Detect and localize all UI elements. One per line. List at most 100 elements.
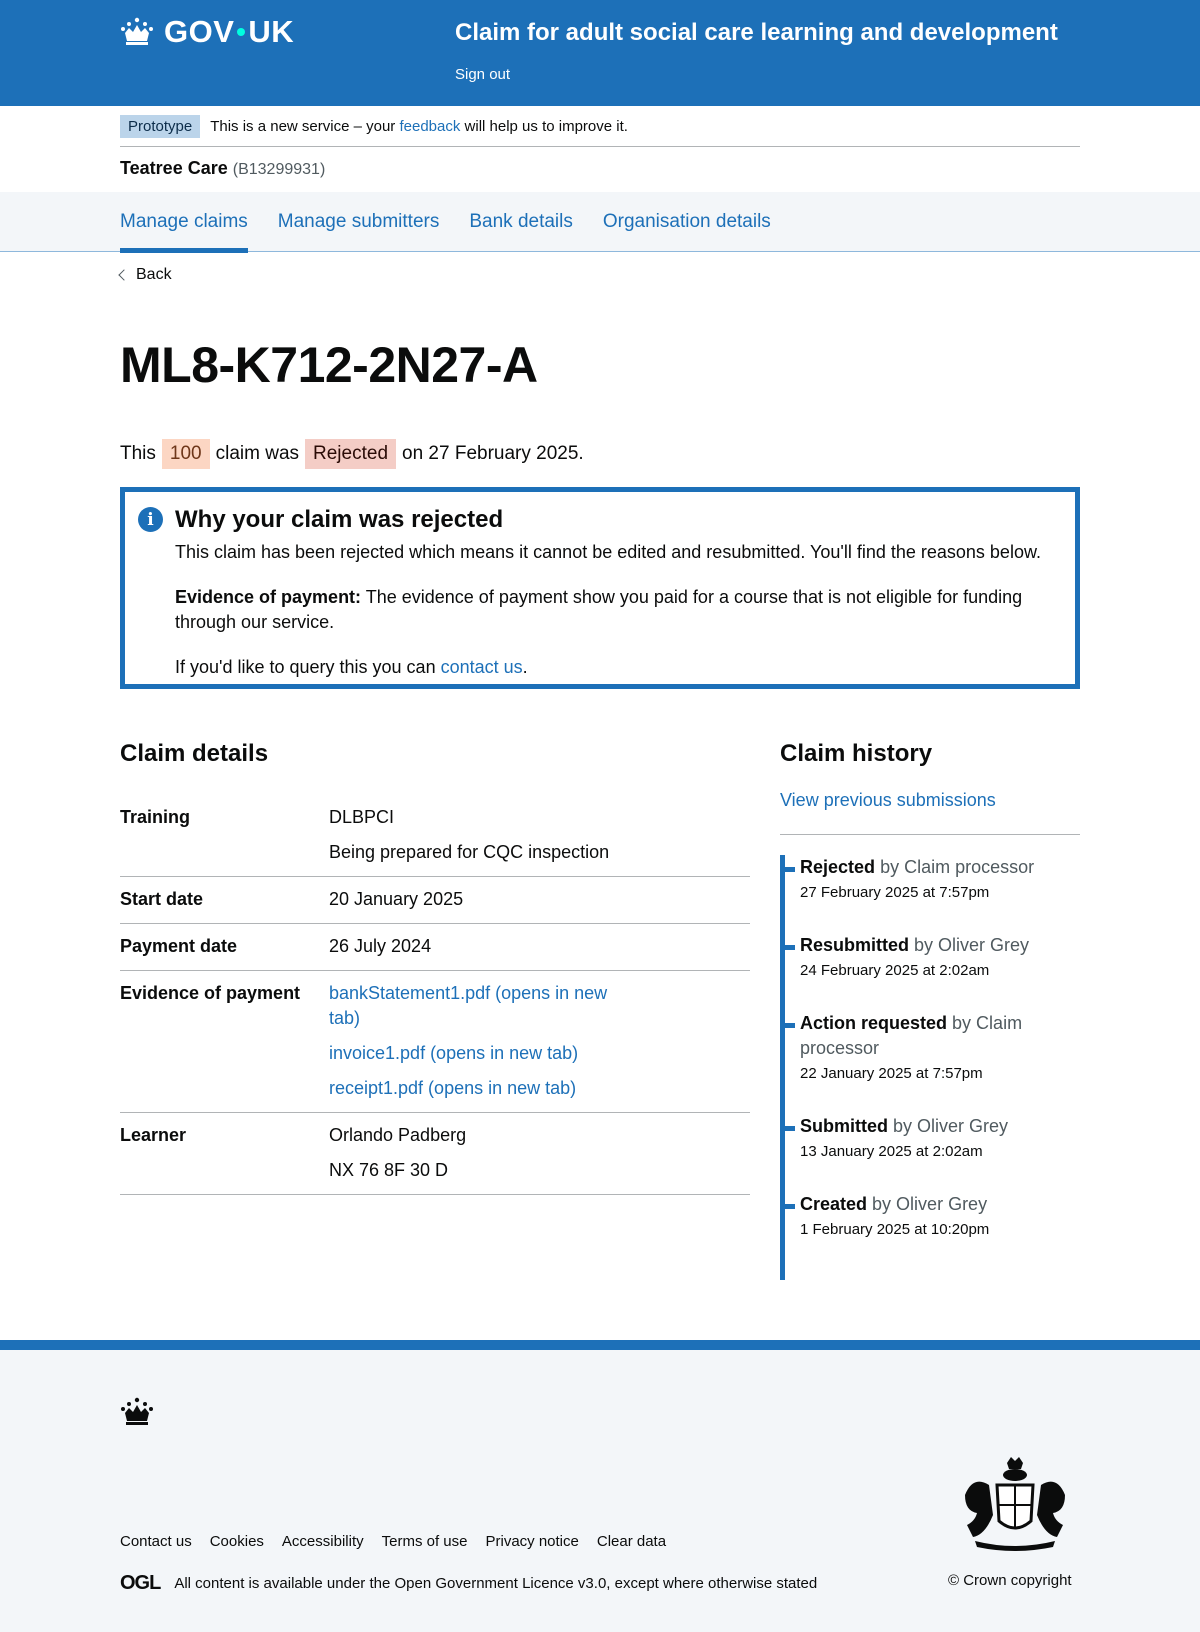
- summary-row-learner: Learner Orlando Padberg NX 76 8F 30 D: [120, 1113, 750, 1195]
- logotype-dot: [237, 28, 246, 36]
- event-by: by Oliver Grey: [872, 1194, 988, 1214]
- rejection-notification: i Why your claim was rejected This claim…: [120, 487, 1080, 689]
- notification-body: This claim has been rejected which means…: [175, 540, 1065, 700]
- notification-intro: This claim has been rejected which means…: [175, 542, 1041, 562]
- licence-statement: OGL All content is available under the O…: [120, 1572, 817, 1595]
- claim-history-heading: Claim history: [780, 740, 933, 767]
- footer-link-accessibility[interactable]: Accessibility: [282, 1533, 364, 1550]
- crown-copyright-link[interactable]: © Crown copyright: [948, 1572, 1072, 1589]
- govuk-logo[interactable]: GOV UK: [120, 14, 294, 50]
- evidence-file-link[interactable]: bankStatement1.pdf (opens in new tab): [329, 983, 607, 1028]
- amount-tag: 100: [161, 439, 210, 469]
- service-name[interactable]: Claim for adult social care learning and…: [455, 19, 1058, 47]
- event-action: Created: [800, 1194, 868, 1214]
- org-name: Teatree Care: [120, 158, 228, 178]
- logotype-left: GOV: [164, 14, 235, 49]
- payment-date-key: Payment date: [120, 936, 238, 956]
- status-badge: Rejected: [305, 439, 397, 469]
- event-action: Resubmitted: [800, 935, 910, 955]
- section-divider: [780, 834, 1080, 835]
- phase-text-after: will help us to improve it.: [464, 117, 628, 135]
- page-title: ML8-K712-2N27-A: [120, 337, 538, 393]
- evidence-value: bankStatement1.pdf (opens in new tab) in…: [329, 981, 629, 1101]
- licence-text-before: All content is available under the: [174, 1575, 391, 1592]
- event-date: 13 January 2025 at 2:02am: [800, 1143, 983, 1160]
- status-text-after: on 27 February 2025.: [402, 443, 584, 464]
- timeline-event: Resubmitted by Oliver Grey 24 February 2…: [780, 933, 1080, 979]
- training-key: Training: [120, 807, 191, 827]
- feedback-link[interactable]: feedback: [399, 118, 460, 135]
- event-action: Rejected: [800, 857, 876, 877]
- chevron-left-icon: [118, 269, 130, 281]
- status-text-middle: claim was: [215, 443, 300, 464]
- start-date-value: 20 January 2025: [329, 889, 464, 909]
- open-government-licence-link[interactable]: Open Government Licence v3.0: [395, 1575, 607, 1592]
- org-id: (B13299931): [232, 161, 326, 178]
- event-by: by Claim processor: [880, 857, 1035, 877]
- contact-us-link[interactable]: contact us: [441, 657, 523, 677]
- summary-row-payment-date: Payment date 26 July 2024: [120, 924, 750, 971]
- summary-row-evidence: Evidence of payment bankStatement1.pdf (…: [120, 971, 750, 1113]
- footer-link-cookies[interactable]: Cookies: [210, 1533, 264, 1550]
- timeline-event: Rejected by Claim processor 27 February …: [780, 855, 1080, 901]
- licence-text-after: , except where otherwise stated: [606, 1575, 818, 1592]
- timeline-event: Created by Oliver Grey 1 February 2025 a…: [780, 1192, 1080, 1238]
- learner-ni-number: NX 76 8F 30 D: [329, 1160, 449, 1180]
- phase-banner: Prototype This is a new service – your f…: [120, 106, 1080, 147]
- event-date: 1 February 2025 at 10:20pm: [800, 1221, 990, 1238]
- event-by: by Oliver Grey: [914, 935, 1030, 955]
- query-text-after: .: [522, 657, 528, 677]
- training-value: DLBPCI Being prepared for CQC inspection: [329, 805, 629, 865]
- notification-title: Why your claim was rejected: [175, 506, 504, 533]
- primary-navigation: Manage claims Manage submitters Bank det…: [0, 192, 1200, 253]
- ogl-logo-icon: OGL: [120, 1572, 161, 1594]
- learner-key: Learner: [120, 1125, 187, 1145]
- crown-icon: [121, 1397, 153, 1425]
- phase-text: This is a new service – your feedback wi…: [210, 118, 628, 135]
- footer-link-contact-us[interactable]: Contact us: [120, 1533, 192, 1550]
- learner-name: Orlando Padberg: [329, 1125, 467, 1145]
- view-previous-submissions-link[interactable]: View previous submissions: [780, 790, 996, 811]
- sign-out-link[interactable]: Sign out: [455, 66, 510, 83]
- claim-status-line: This 100 claim was Rejected on 27 Februa…: [120, 439, 584, 469]
- back-link[interactable]: Back: [136, 266, 172, 284]
- training-name: Being prepared for CQC inspection: [329, 842, 610, 862]
- claim-details-heading: Claim details: [120, 740, 269, 767]
- payment-date-value: 26 July 2024: [329, 936, 432, 956]
- licence-text: All content is available under the Open …: [174, 1575, 817, 1592]
- notification-query: If you'd like to query this you can cont…: [175, 655, 1065, 680]
- nav-bank-details[interactable]: Bank details: [469, 192, 573, 252]
- crown-icon: [121, 17, 153, 45]
- govuk-header: GOV UK Claim for adult social care learni…: [0, 0, 1200, 106]
- footer-link-terms[interactable]: Terms of use: [382, 1533, 468, 1550]
- footer-links: Contact us Cookies Accessibility Terms o…: [120, 1533, 666, 1550]
- footer-link-privacy[interactable]: Privacy notice: [485, 1533, 578, 1550]
- govuk-logotype: GOV UK: [164, 14, 294, 50]
- event-action: Action requested: [800, 1013, 948, 1033]
- event-by: by Oliver Grey: [893, 1116, 1009, 1136]
- evidence-key: Evidence of payment: [120, 983, 301, 1003]
- timeline-event: Submitted by Oliver Grey 13 January 2025…: [780, 1114, 1080, 1160]
- nav-organisation-details[interactable]: Organisation details: [603, 192, 771, 252]
- claim-timeline: Rejected by Claim processor 27 February …: [780, 855, 1080, 1280]
- logotype-right: UK: [248, 14, 295, 49]
- crown-copyright: © Crown copyright: [948, 1572, 1072, 1589]
- timeline-event: Action requested by Claim processor 22 J…: [780, 1011, 1080, 1082]
- phase-text-before: This is a new service – your: [210, 117, 396, 135]
- query-text: If you'd like to query this you can: [175, 657, 436, 677]
- event-date: 27 February 2025 at 7:57pm: [800, 884, 990, 901]
- training-code: DLBPCI: [329, 807, 395, 827]
- organisation-name: Teatree Care (B13299931): [120, 158, 325, 179]
- claim-details-summary: Training DLBPCI Being prepared for CQC i…: [120, 795, 750, 1195]
- evidence-file-link[interactable]: receipt1.pdf (opens in new tab): [329, 1078, 576, 1098]
- footer-link-clear-data[interactable]: Clear data: [597, 1533, 666, 1550]
- evidence-file-link[interactable]: invoice1.pdf (opens in new tab): [329, 1043, 578, 1063]
- phase-tag: Prototype: [120, 114, 201, 138]
- notification-reason: Evidence of payment: The evidence of pay…: [175, 585, 1065, 635]
- nav-manage-submitters[interactable]: Manage submitters: [278, 192, 440, 252]
- royal-coat-of-arms-icon: [965, 1457, 1065, 1551]
- summary-row-start-date: Start date 20 January 2025: [120, 877, 750, 924]
- nav-manage-claims[interactable]: Manage claims: [120, 192, 248, 253]
- event-action: Submitted: [800, 1116, 888, 1136]
- status-text-before: This: [120, 443, 156, 464]
